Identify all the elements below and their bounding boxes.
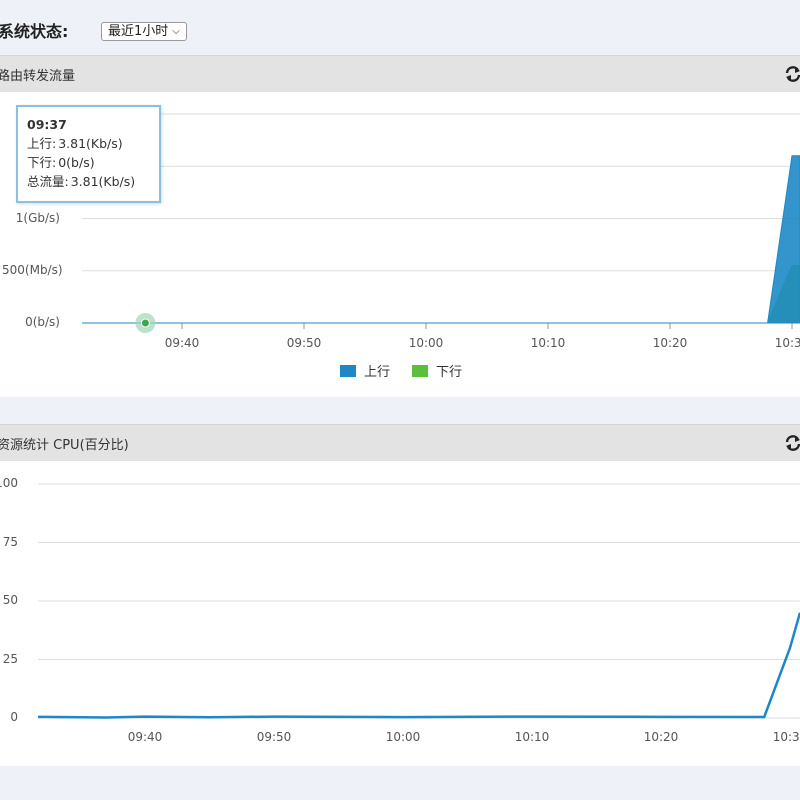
- x-axis-tick-label: 10:10: [530, 336, 566, 350]
- top-bar: 系统状态: 最近1小时 ⌵: [0, 0, 800, 56]
- x-axis-tick-label: 09:40: [164, 336, 200, 350]
- traffic-panel-title: 路由转发流量: [0, 69, 76, 84]
- x-axis-tick-label: 10:30: [774, 336, 800, 350]
- tooltip-value-total: 3.81(Kb/s): [70, 174, 136, 189]
- y-axis-tick-label: 500(Mb/s): [2, 262, 63, 277]
- cpu-series-line: [38, 612, 800, 719]
- cpu-panel-title: 资源统计 CPU(百分比): [0, 438, 129, 453]
- tooltip-row-total: 总流量: 3.81(Kb/s): [27, 172, 150, 191]
- refresh-icon[interactable]: [784, 434, 800, 452]
- series-area-下行: [82, 265, 800, 324]
- legend-item-download[interactable]: 下行: [412, 361, 462, 380]
- time-range-select[interactable]: 最近1小时 ⌵: [101, 22, 187, 41]
- x-axis-tick-label: 10:00: [385, 730, 421, 744]
- legend-item-upload[interactable]: 上行: [340, 361, 390, 380]
- y-axis-tick-label: 75: [2, 534, 18, 549]
- y-axis-tick-label: 0: [10, 710, 18, 724]
- x-axis-tick-label: 09:50: [286, 336, 322, 350]
- cpu-chart-panel: 100 75 50 25 0 09:40 09:50 10:00 10:10 10:20 10:3…: [0, 461, 800, 766]
- tooltip-value-upload: 3.81(Kb/s): [58, 136, 123, 151]
- traffic-tooltip: 09:37 上行: 3.81(Kb/s) 下行: 0(b/s) 总流量: 3.8…: [16, 105, 161, 203]
- traffic-legend: 上行 下行: [340, 361, 462, 380]
- hover-marker-dot: [140, 318, 150, 328]
- legend-label-upload: 上行: [364, 365, 391, 380]
- tooltip-row-upload: 上行: 3.81(Kb/s): [27, 134, 150, 153]
- refresh-icon[interactable]: [784, 65, 800, 83]
- y-axis-tick-label: 1(Gb/s): [15, 210, 60, 225]
- tooltip-label-upload: 上行:: [27, 136, 57, 151]
- traffic-panel-header: 路由转发流量: [0, 55, 800, 92]
- tooltip-row-download: 下行: 0(b/s): [27, 153, 150, 172]
- tooltip-label-total: 总流量:: [27, 174, 69, 189]
- x-axis-tick-label: 10:20: [652, 336, 688, 350]
- x-axis-tick-label: 10:00: [408, 336, 444, 350]
- y-axis-tick-label: 100: [0, 476, 18, 490]
- x-axis-tick-label: 09:40: [127, 730, 163, 744]
- tooltip-value-download: 0(b/s): [58, 155, 95, 170]
- x-axis-tick-label: 10:10: [514, 730, 550, 744]
- tooltip-label-download: 下行:: [27, 155, 57, 170]
- series-area-上行: [82, 155, 800, 324]
- cpu-panel-header: 资源统计 CPU(百分比): [0, 424, 800, 461]
- x-axis-tick-label: 10:20: [643, 730, 679, 744]
- tooltip-time: 09:37: [27, 117, 67, 132]
- x-axis-tick-label: 10:30: [772, 730, 800, 744]
- time-range-value: 最近1小时: [108, 24, 169, 39]
- page-title: 系统状态:: [0, 22, 69, 41]
- chevron-down-icon: ⌵: [172, 25, 180, 37]
- y-axis-tick-label: 25: [2, 651, 18, 666]
- cpu-chart-svg: [38, 483, 800, 719]
- y-axis-tick-label: 50: [2, 593, 18, 607]
- legend-label-download: 下行: [436, 365, 463, 380]
- x-axis-tick-label: 09:50: [256, 730, 292, 744]
- legend-swatch-upload: [340, 364, 356, 377]
- legend-swatch-download: [412, 364, 429, 377]
- y-axis-tick-label: 0(b/s): [25, 315, 60, 329]
